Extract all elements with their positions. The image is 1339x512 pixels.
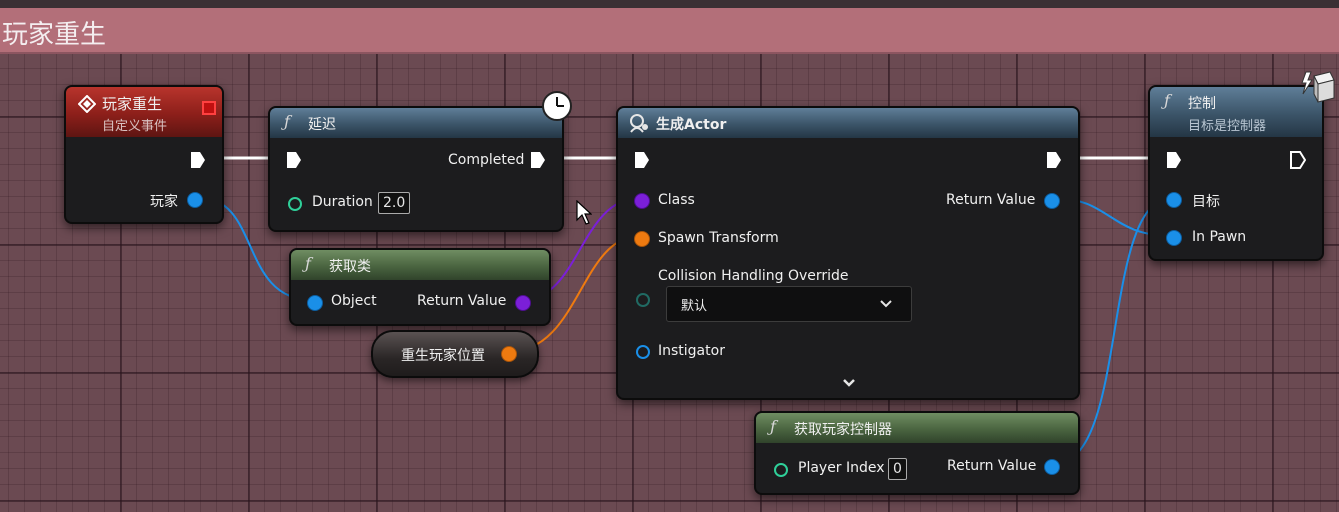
spawn-actor-title: 生成Actor <box>656 117 727 133</box>
get-player-controller-title: 获取玩家控制器 <box>794 422 892 438</box>
authority-icon <box>1301 71 1335 103</box>
spawn-transform-label: Spawn Transform <box>658 230 779 246</box>
in-pawn-label: In Pawn <box>1192 229 1247 245</box>
player-index-label: Player Index <box>798 460 885 476</box>
chevron-down-icon <box>880 300 892 308</box>
collision-label: Collision Handling Override <box>658 268 849 284</box>
collision-value: 默认 <box>681 299 708 314</box>
function-icon: ƒ <box>770 417 776 436</box>
controller-return-label: Return Value <box>947 458 1037 474</box>
instigator-label: Instigator <box>658 343 725 359</box>
instigator-pin[interactable] <box>636 345 650 359</box>
get-class-node[interactable]: ƒ 获取类 Object Return Value <box>289 248 551 326</box>
controller-return-pin[interactable] <box>1044 459 1060 475</box>
replication-icon <box>202 101 216 115</box>
spawn-return-label: Return Value <box>946 192 1036 208</box>
class-label: Class <box>658 192 695 208</box>
clock-icon <box>542 91 572 121</box>
possess-subtitle: 目标是控制器 <box>1188 119 1267 134</box>
get-class-title: 获取类 <box>329 259 371 275</box>
in-pawn-pin[interactable] <box>1166 230 1182 246</box>
function-icon: ƒ <box>1164 91 1170 110</box>
spawn-actor-node[interactable]: 生成Actor Class Return Value Spawn Transfo… <box>616 106 1080 400</box>
completed-label: Completed <box>448 152 525 168</box>
event-diamond-icon <box>78 95 96 113</box>
duration-pin[interactable] <box>288 197 302 211</box>
collision-pin[interactable] <box>636 293 650 307</box>
target-pin[interactable] <box>1166 192 1182 208</box>
custom-event-node[interactable]: 玩家重生 自定义事件 玩家 <box>64 85 224 224</box>
function-icon: ƒ <box>284 112 290 131</box>
player-pin[interactable] <box>187 192 203 208</box>
completed-exec-pin[interactable] <box>530 151 546 169</box>
custom-event-subtitle: 自定义事件 <box>102 119 168 134</box>
object-label: Object <box>331 293 377 309</box>
possess-node[interactable]: ƒ 控制 目标是控制器 目标 In Pawn <box>1148 85 1324 261</box>
object-pin[interactable] <box>307 295 323 311</box>
get-class-return-label: Return Value <box>417 293 507 309</box>
spawn-transform-pin[interactable] <box>634 231 650 247</box>
delay-node[interactable]: ƒ 延迟 Completed Duration 2.0 <box>268 106 564 232</box>
player-pin-label: 玩家 <box>150 194 178 210</box>
possess-exec-in-pin[interactable] <box>1166 151 1182 169</box>
get-class-return-pin[interactable] <box>515 295 531 311</box>
spawn-exec-out-pin[interactable] <box>1046 151 1062 169</box>
player-index-input[interactable]: 0 <box>888 458 907 480</box>
delay-exec-in-pin[interactable] <box>286 151 302 169</box>
class-pin[interactable] <box>634 193 650 209</box>
respawn-location-label: 重生玩家位置 <box>401 348 485 364</box>
delay-title: 延迟 <box>308 117 336 133</box>
possess-title: 控制 <box>1188 96 1216 112</box>
respawn-location-pin[interactable] <box>501 346 517 362</box>
duration-label: Duration <box>312 194 373 210</box>
player-index-pin[interactable] <box>774 463 788 477</box>
get-player-controller-node[interactable]: ƒ 获取玩家控制器 Player Index 0 Return Value <box>754 411 1080 495</box>
possess-exec-out-pin[interactable] <box>1290 151 1306 169</box>
respawn-location-variable[interactable]: 重生玩家位置 <box>371 330 539 378</box>
mouse-cursor-icon <box>576 200 592 225</box>
collision-dropdown[interactable]: 默认 <box>666 286 912 322</box>
expand-chevron-icon[interactable] <box>842 378 856 388</box>
function-icon: ƒ <box>305 254 311 273</box>
spawn-exec-in-pin[interactable] <box>634 151 650 169</box>
spawn-actor-icon <box>630 114 648 133</box>
custom-event-title: 玩家重生 <box>102 95 163 113</box>
exec-out-pin[interactable] <box>190 151 206 169</box>
spawn-return-pin[interactable] <box>1044 193 1060 209</box>
duration-input[interactable]: 2.0 <box>378 192 411 214</box>
target-label: 目标 <box>1192 194 1220 210</box>
